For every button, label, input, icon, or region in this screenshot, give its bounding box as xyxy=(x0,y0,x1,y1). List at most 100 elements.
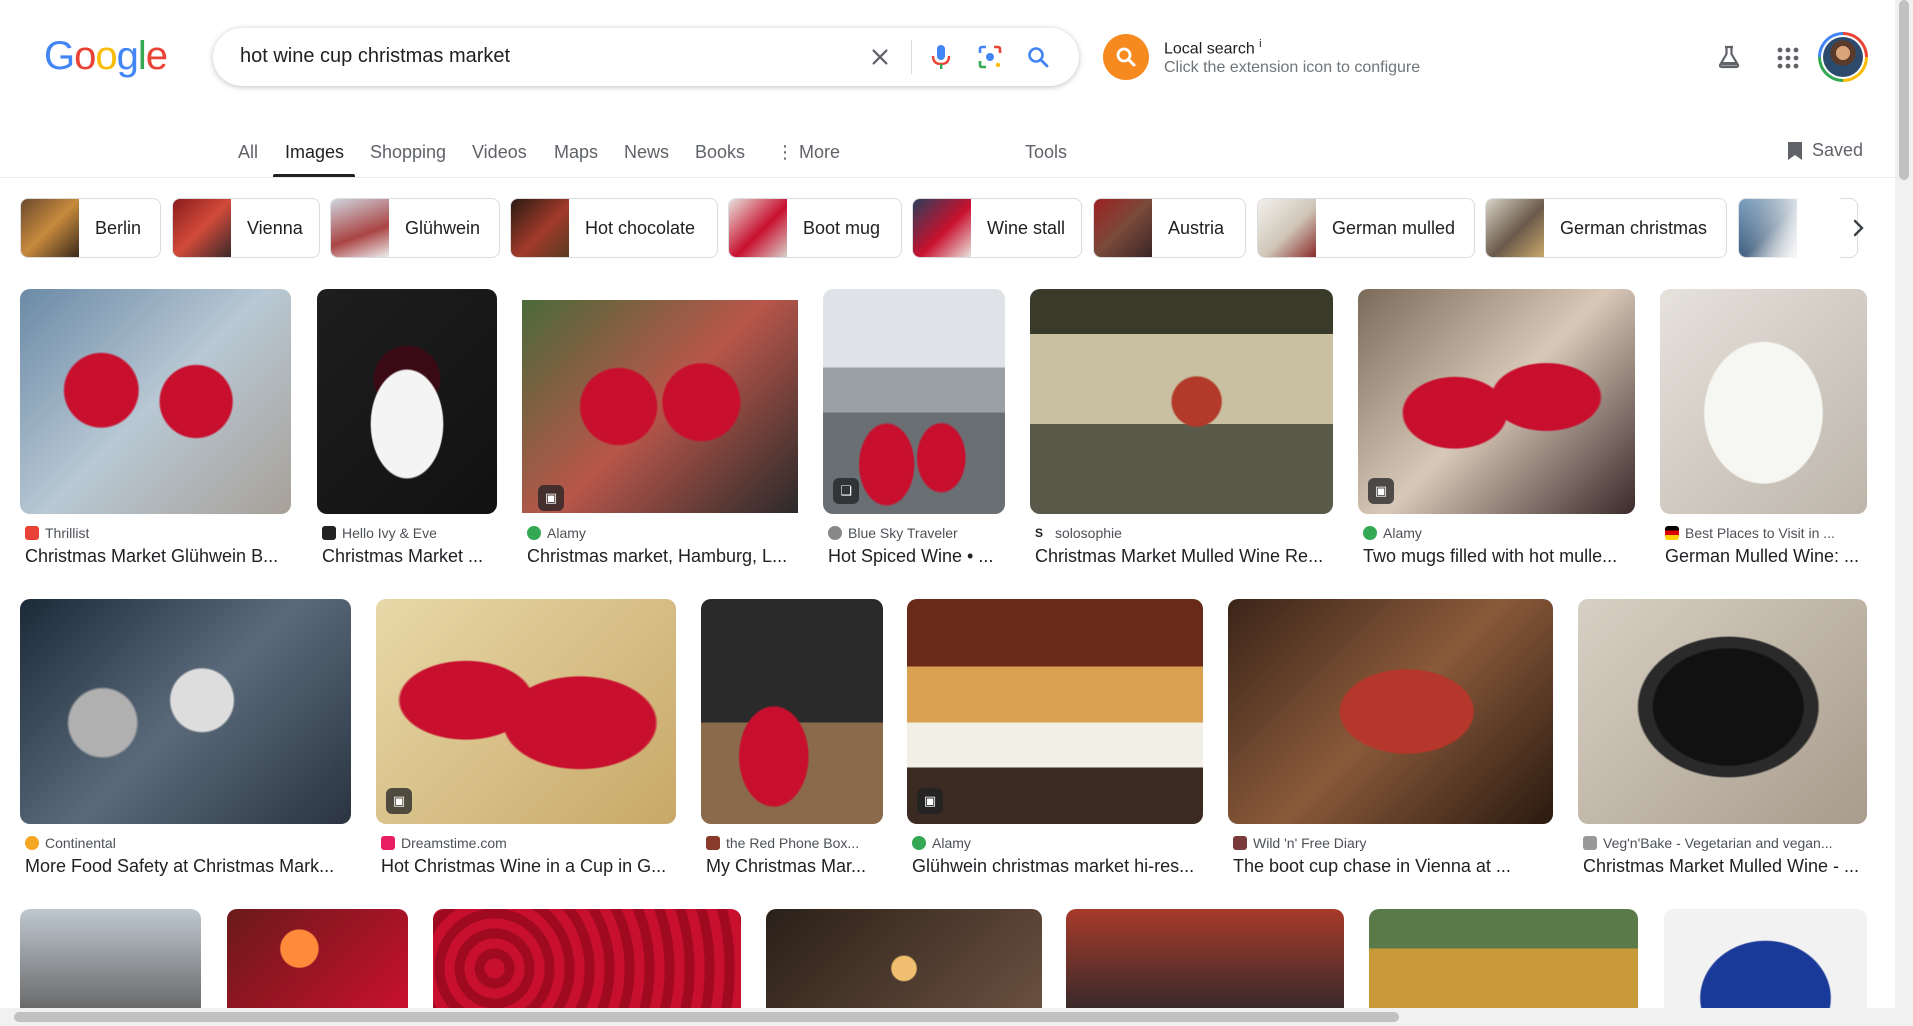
chip-gluhwein[interactable]: Glühwein xyxy=(330,198,500,258)
result-title[interactable]: More Food Safety at Christmas Mark... xyxy=(25,856,351,877)
extension-search-icon[interactable] xyxy=(1103,34,1149,80)
chip-thumbnail xyxy=(21,199,79,257)
search-icon[interactable] xyxy=(1023,42,1053,72)
tab-books[interactable]: Books xyxy=(695,142,745,163)
chip-thumbnail xyxy=(1094,199,1152,257)
result-source: Alamy xyxy=(932,835,971,851)
clear-icon[interactable] xyxy=(865,42,895,72)
search-input[interactable]: hot wine cup christmas market xyxy=(240,45,510,68)
result-image[interactable] xyxy=(20,289,291,514)
image-badge-icon: ▣ xyxy=(538,485,564,511)
extension-title: Local search i xyxy=(1164,38,1262,58)
result-image[interactable] xyxy=(1030,289,1333,514)
search-divider xyxy=(911,40,912,74)
result-source: Veg'n'Bake - Vegetarian and vegan... xyxy=(1603,835,1833,851)
tab-shopping[interactable]: Shopping xyxy=(370,142,446,163)
result-title[interactable]: The boot cup chase in Vienna at ... xyxy=(1233,856,1553,877)
saved-button[interactable]: Saved xyxy=(1786,140,1863,161)
result-title[interactable]: Glühwein christmas market hi-res... xyxy=(912,856,1204,877)
image-badge-icon: ▣ xyxy=(386,788,412,814)
horizontal-scrollbar-thumb[interactable] xyxy=(14,1012,1399,1022)
result-image[interactable] xyxy=(1578,599,1867,824)
chip-berlin[interactable]: Berlin xyxy=(20,198,161,258)
result-image[interactable] xyxy=(20,909,201,1008)
result-image[interactable]: ❏ xyxy=(823,289,1005,514)
chip-wine-stall[interactable]: Wine stall xyxy=(912,198,1082,258)
source-favicon xyxy=(706,836,720,850)
chevron-right-icon[interactable] xyxy=(1840,210,1876,246)
related-chips: Berlin Vienna Glühwein Hot chocolate Boo… xyxy=(20,198,1870,258)
result-image[interactable] xyxy=(1228,599,1553,824)
result-image[interactable] xyxy=(227,909,408,1008)
chip-thumbnail xyxy=(1486,199,1544,257)
result-image[interactable] xyxy=(1369,909,1638,1008)
result-title[interactable]: German Mulled Wine: ... xyxy=(1665,546,1870,567)
vertical-scrollbar-thumb[interactable] xyxy=(1899,0,1909,180)
chip-austria[interactable]: Austria xyxy=(1093,198,1246,258)
result-image[interactable] xyxy=(1664,909,1867,1008)
result-image[interactable] xyxy=(1660,289,1867,514)
apps-grid-icon[interactable] xyxy=(1776,46,1800,75)
image-badge-icon: ▣ xyxy=(917,788,943,814)
result-title[interactable]: Hot Christmas Wine in a Cup in G... xyxy=(381,856,677,877)
tab-maps[interactable]: Maps xyxy=(554,142,598,163)
more-vert-icon: ⋮ xyxy=(776,142,794,162)
tools-button[interactable]: Tools xyxy=(1025,142,1067,163)
tab-videos[interactable]: Videos xyxy=(472,142,527,163)
search-box[interactable]: hot wine cup christmas market xyxy=(213,28,1079,86)
google-logo[interactable]: Google xyxy=(44,34,168,79)
result-title[interactable]: My Christmas Mar... xyxy=(706,856,884,877)
source-favicon: S xyxy=(1035,526,1049,540)
result-source: Alamy xyxy=(1383,525,1422,541)
result-source: Hello Ivy & Eve xyxy=(342,525,437,541)
chip-vienna[interactable]: Vienna xyxy=(172,198,320,258)
source-favicon xyxy=(322,526,336,540)
result-title[interactable]: Two mugs filled with hot mulle... xyxy=(1363,546,1635,567)
result-image[interactable] xyxy=(766,909,1042,1008)
source-favicon xyxy=(25,836,39,850)
image-badge-icon: ▣ xyxy=(1368,478,1394,504)
result-image[interactable]: ▣ xyxy=(907,599,1203,824)
result-source: Continental xyxy=(45,835,116,851)
result-image[interactable] xyxy=(1066,909,1344,1008)
horizontal-scrollbar[interactable] xyxy=(0,1008,1895,1026)
result-image[interactable] xyxy=(20,599,351,824)
result-image[interactable] xyxy=(433,909,741,1008)
account-avatar[interactable] xyxy=(1818,32,1868,82)
source-favicon xyxy=(1583,836,1597,850)
result-image[interactable] xyxy=(701,599,883,824)
tab-all[interactable]: All xyxy=(238,142,258,163)
chip-german-christmas[interactable]: German christmas xyxy=(1485,198,1727,258)
result-image[interactable]: ▣ xyxy=(522,300,798,513)
source-favicon xyxy=(1233,836,1247,850)
result-source: Dreamstime.com xyxy=(401,835,507,851)
chip-hot-chocolate[interactable]: Hot chocolate xyxy=(510,198,718,258)
result-source: Blue Sky Traveler xyxy=(848,525,958,541)
result-image[interactable]: ▣ xyxy=(376,599,676,824)
result-source: solosophie xyxy=(1055,525,1122,541)
lens-icon[interactable] xyxy=(975,42,1005,72)
avatar-photo xyxy=(1823,37,1863,77)
result-title[interactable]: Christmas Market ... xyxy=(322,546,500,567)
source-favicon xyxy=(25,526,39,540)
result-title[interactable]: Christmas market, Hamburg, L... xyxy=(527,546,799,567)
chip-german-mulled[interactable]: German mulled xyxy=(1257,198,1475,258)
source-favicon xyxy=(527,526,541,540)
result-image[interactable] xyxy=(317,289,497,514)
labs-icon[interactable] xyxy=(1716,44,1742,75)
result-source: Best Places to Visit in ... xyxy=(1685,525,1835,541)
source-favicon xyxy=(828,526,842,540)
tab-images[interactable]: Images xyxy=(285,142,344,163)
result-image[interactable]: ▣ xyxy=(1358,289,1635,514)
tab-news[interactable]: News xyxy=(624,142,669,163)
vertical-scrollbar[interactable] xyxy=(1895,0,1913,1026)
result-title[interactable]: Hot Spiced Wine • ... xyxy=(828,546,1006,567)
result-title[interactable]: Christmas Market Glühwein B... xyxy=(25,546,291,567)
result-title[interactable]: Christmas Market Mulled Wine - ... xyxy=(1583,856,1868,877)
search-tabs: All Images Shopping Videos Maps News Boo… xyxy=(0,128,1895,178)
result-title[interactable]: Christmas Market Mulled Wine Re... xyxy=(1035,546,1335,567)
chip-thumbnail xyxy=(511,199,569,257)
microphone-icon[interactable] xyxy=(926,42,956,72)
tab-more[interactable]: ⋮ More xyxy=(776,142,840,163)
chip-boot-mug[interactable]: Boot mug xyxy=(728,198,902,258)
